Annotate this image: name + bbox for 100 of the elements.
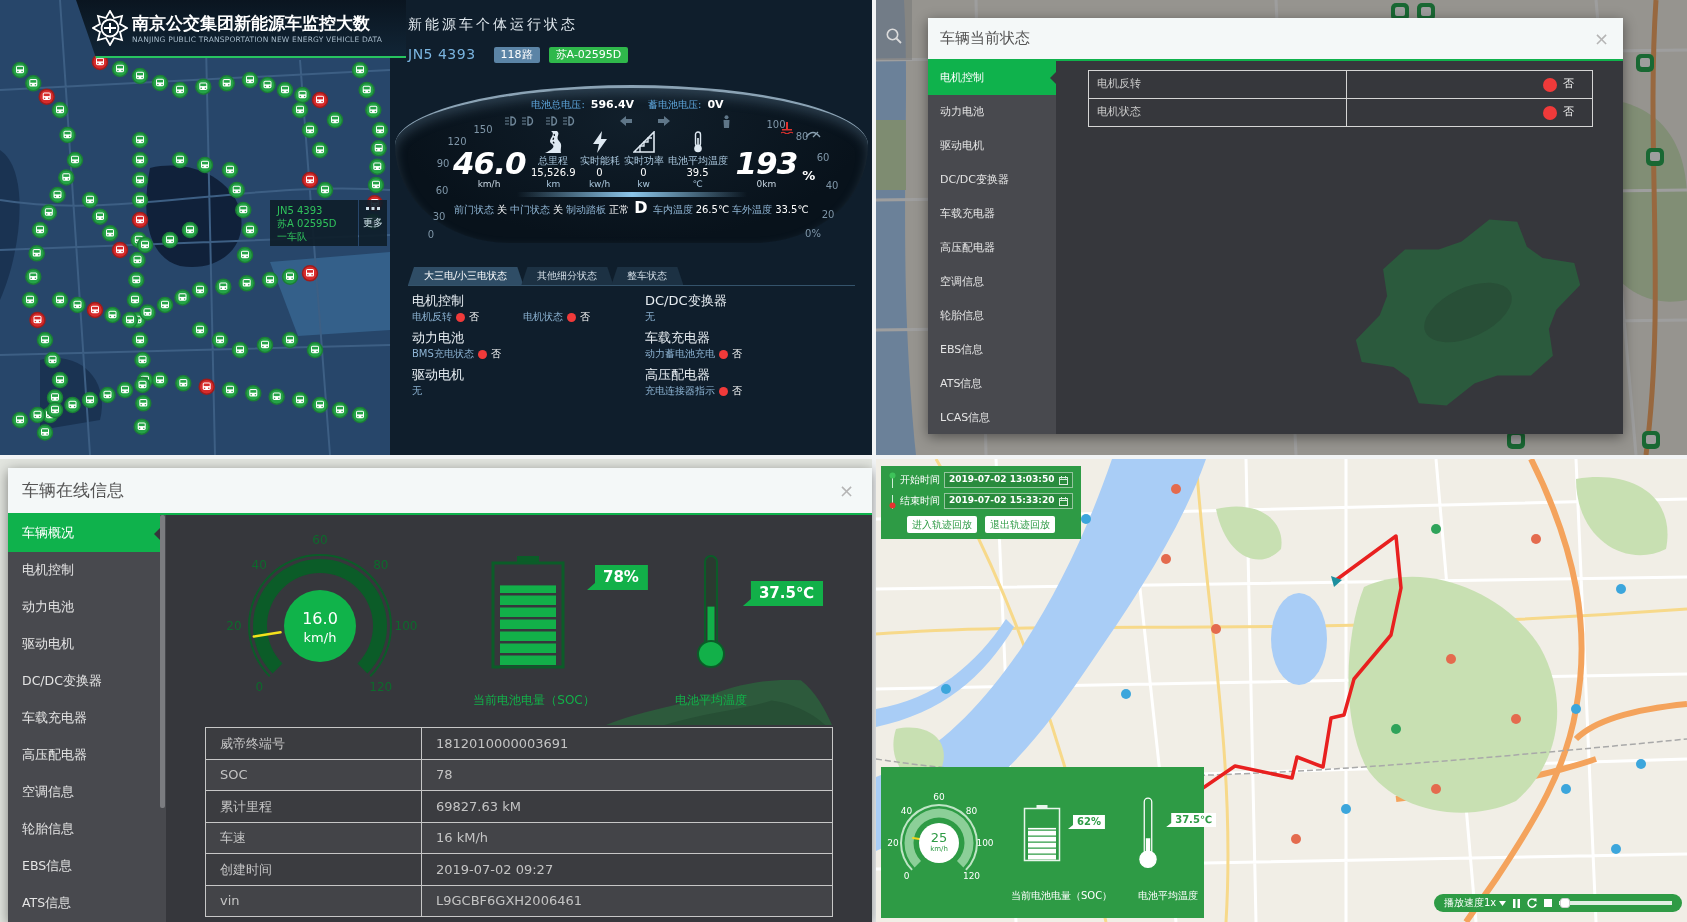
temperature-value: 26.5℃ xyxy=(695,203,730,217)
table-cell: vin xyxy=(205,885,422,917)
start-marker-icon xyxy=(1331,576,1342,587)
menu-item[interactable]: 空调信息 xyxy=(928,265,1056,299)
scale-label: 60 xyxy=(435,184,449,196)
menu-item[interactable]: 动力电池 xyxy=(928,95,1056,129)
metric-value: 0 xyxy=(640,167,647,179)
menu-item[interactable]: 轮胎信息 xyxy=(928,299,1056,333)
poi-marker-icon xyxy=(1121,689,1131,699)
metric-unit: km xyxy=(546,179,561,189)
speed-select[interactable]: 播放速度1x xyxy=(1444,897,1507,909)
gauge-dial xyxy=(284,590,356,662)
menu-item[interactable]: 车载充电器 xyxy=(8,700,160,737)
poi-marker-icon xyxy=(1391,724,1401,734)
speed-unit: km/h xyxy=(303,629,337,645)
menu-item[interactable]: DC/DC变换器 xyxy=(8,663,160,700)
status-text: 无 xyxy=(645,310,656,324)
menu-item[interactable]: LCAS信息 xyxy=(928,401,1056,434)
menu-item[interactable]: 高压配电器 xyxy=(928,231,1056,265)
temperature-label: 37.5℃ xyxy=(742,581,824,606)
group-title: DC/DC变换器 xyxy=(645,292,728,310)
refresh-icon[interactable] xyxy=(1527,898,1538,908)
date-field[interactable]: 2019-07-02 15:33:20 xyxy=(944,493,1074,509)
menu-item[interactable]: 驱动电机 xyxy=(8,626,160,663)
metric-unit: kw/h xyxy=(588,179,611,189)
metric-label: 实时功率 xyxy=(623,155,664,167)
vehicle-tag: 118路 xyxy=(493,46,540,63)
poi-marker-icon xyxy=(1081,514,1091,524)
poi-marker-icon xyxy=(1571,704,1581,714)
table-cell: L9GCBF6GXH2006461 xyxy=(421,885,833,917)
menu-item[interactable]: DC/DC变换器 xyxy=(928,163,1056,197)
playback-button[interactable]: 退出轨迹回放 xyxy=(985,516,1056,533)
soc-label: 78% xyxy=(587,565,648,590)
caret-icon xyxy=(1499,900,1507,906)
state-value: 正常 xyxy=(609,203,630,217)
reading-label: 电池总电压: xyxy=(531,98,585,112)
more-button[interactable]: 更多 xyxy=(359,200,387,246)
status-tab[interactable]: 其他细分状态 xyxy=(521,267,614,285)
menu-item[interactable]: 空调信息 xyxy=(8,774,160,811)
table-cell: 78 xyxy=(421,759,833,791)
playback-button[interactable]: 进入轨迹回放 xyxy=(907,516,978,533)
poi-marker-icon xyxy=(1636,759,1646,769)
status-value: 否 xyxy=(732,347,742,361)
menu-item[interactable]: 动力电池 xyxy=(8,589,160,626)
calendar-icon xyxy=(1059,475,1069,485)
slider-track[interactable] xyxy=(1559,897,1672,909)
table-cell: SOC xyxy=(205,759,422,791)
search-button[interactable] xyxy=(876,0,912,60)
scale-label: 0 xyxy=(427,228,435,240)
table-cell: 累计里程 xyxy=(205,790,422,822)
metric-value: 39.5 xyxy=(686,167,709,179)
status-value: 否 xyxy=(580,310,590,324)
poi-marker-icon xyxy=(1431,524,1441,534)
date-field[interactable]: 2019-07-02 13:03:50 xyxy=(944,472,1074,488)
menu-item[interactable]: ATS信息 xyxy=(8,885,160,922)
status-tab[interactable]: 大三电/小三电状态 xyxy=(408,267,524,285)
soc-label: 62% xyxy=(1068,815,1105,829)
menu-item[interactable]: 电机控制 xyxy=(8,552,160,589)
menu-item[interactable]: EBS信息 xyxy=(8,848,160,885)
menu-item[interactable]: 轮胎信息 xyxy=(8,811,160,848)
scrollbar[interactable] xyxy=(160,515,165,808)
panel-title: 新能源车个体运行状态 xyxy=(408,15,579,34)
menu-item[interactable]: 驱动电机 xyxy=(928,129,1056,163)
gauge-tick: 60 xyxy=(933,792,945,802)
search-icon xyxy=(886,28,902,44)
gauge-tick: 40 xyxy=(900,805,913,816)
status-tab[interactable]: 整车状态 xyxy=(611,267,684,285)
poi-marker-icon xyxy=(1341,804,1351,814)
poi-marker-icon xyxy=(941,684,951,694)
reading-value: 596.4V xyxy=(590,98,635,112)
tooltip-text: 一车队 xyxy=(277,230,308,243)
scale-label: 100 xyxy=(766,118,786,130)
menu-item[interactable]: 高压配电器 xyxy=(8,737,160,774)
metric-unit: kw xyxy=(637,179,650,189)
pause-icon[interactable] xyxy=(1513,898,1521,908)
menu-item[interactable]: 车载充电器 xyxy=(928,197,1056,231)
slider-thumb[interactable] xyxy=(1559,898,1570,908)
poi-marker-icon xyxy=(1446,654,1456,664)
temperature-label: 37.5℃ xyxy=(1166,813,1216,827)
vehicle-tag: 苏A-02595D xyxy=(548,46,629,63)
table-cell: 车速 xyxy=(205,822,422,854)
menu-item[interactable]: ATS信息 xyxy=(928,367,1056,401)
time-label: 结束时间 xyxy=(900,495,940,507)
right-arrow-icon xyxy=(658,116,670,126)
group-title: 电机控制 xyxy=(412,292,465,310)
more-icon xyxy=(366,207,380,210)
soc-caption: 当前电池电量（SOC） xyxy=(1011,890,1113,902)
poi-marker-icon xyxy=(1531,534,1541,544)
stop-icon[interactable] xyxy=(1544,899,1553,907)
time-label: 开始时间 xyxy=(900,474,940,486)
group-title: 动力电池 xyxy=(412,329,465,347)
range-unit: 0km xyxy=(755,179,778,190)
poi-marker-icon xyxy=(1561,784,1571,794)
table-cell: 16 kM/h xyxy=(421,822,833,854)
menu-item[interactable]: EBS信息 xyxy=(928,333,1056,367)
thermometer-icon xyxy=(691,131,704,153)
status-value: 否 xyxy=(1563,76,1574,93)
poi-marker-icon xyxy=(1161,554,1171,564)
table-cell: 1812010000003691 xyxy=(421,727,833,759)
scale-label: 30 xyxy=(432,210,446,222)
